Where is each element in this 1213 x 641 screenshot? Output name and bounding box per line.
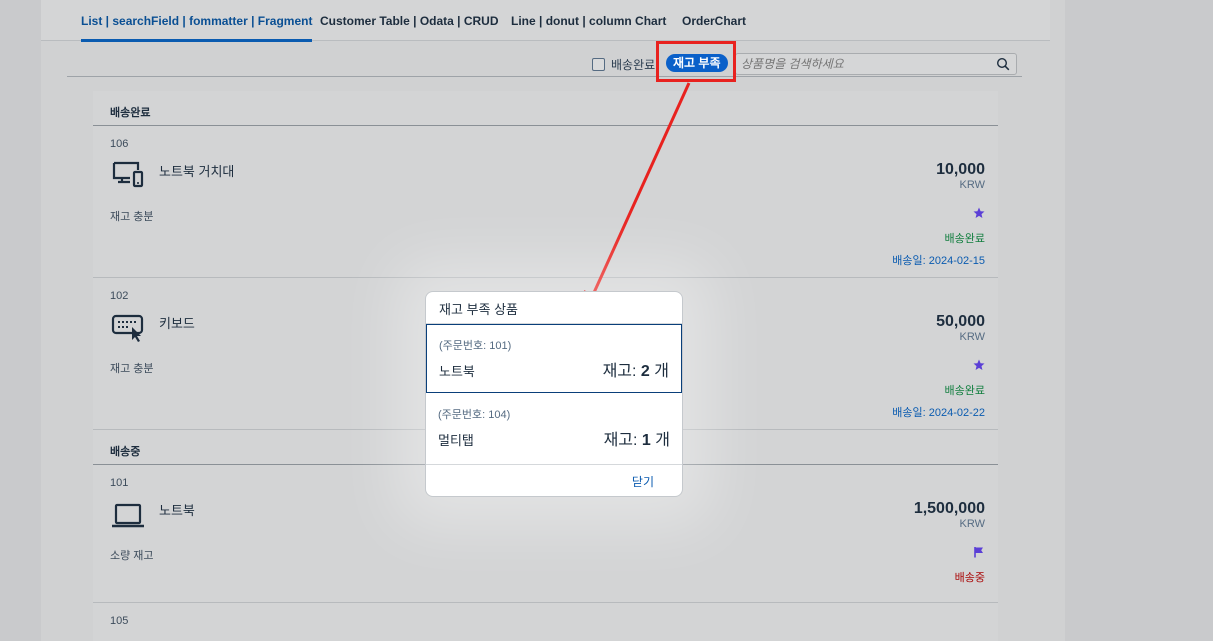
item-id: 102 <box>110 290 129 302</box>
item-currency: KRW <box>959 331 985 343</box>
item-stock-status: 재고 충분 <box>110 363 154 375</box>
star-icon <box>973 359 985 370</box>
laptop-icon <box>112 503 144 528</box>
item-price: 1,500,000 <box>913 500 985 517</box>
annotation-highlight-box <box>656 41 736 82</box>
search-field[interactable] <box>735 53 1017 75</box>
item-stock-status: 소량 재고 <box>110 550 154 562</box>
item-delivery-status: 배송중 <box>954 572 985 584</box>
dialog-footer-divider <box>426 464 682 465</box>
delivered-filter[interactable]: 배송완료 <box>592 56 655 73</box>
item-name: 노트북 <box>159 503 195 518</box>
tab-charts[interactable]: Line | donut | column Chart <box>511 14 666 39</box>
tab-bar: List | searchField | fommatter | Fragmen… <box>41 0 1050 42</box>
group-title: 배송완료 <box>110 107 151 119</box>
laptop-phone-icon <box>112 161 144 188</box>
dialog-stock-count: 재고: 2 개 <box>602 363 669 380</box>
item-price: 50,000 <box>936 313 985 330</box>
dialog-title: 재고 부족 상품 <box>439 302 518 317</box>
dialog-list-item[interactable]: (주문번호: 101) 노트북 재고: 2 개 <box>426 324 682 393</box>
item-price: 10,000 <box>936 161 985 178</box>
item-delivery-date: 배송일: 2024-02-22 <box>892 407 985 419</box>
dialog-order-number: (주문번호: 104) <box>438 409 511 421</box>
item-delivery-date: 배송일: 2024-02-15 <box>892 255 985 267</box>
item-stock-status: 재고 충분 <box>110 211 154 223</box>
list-item[interactable]: 105 <box>93 603 998 641</box>
tab-order-chart[interactable]: OrderChart <box>682 14 746 39</box>
group-title: 배송중 <box>110 446 141 458</box>
item-id: 105 <box>110 615 129 627</box>
item-delivery-status: 배송완료 <box>944 385 985 397</box>
flag-icon <box>974 547 983 558</box>
search-input[interactable] <box>741 57 981 71</box>
toolbar: 배송완료 재고 부족 <box>67 52 1022 77</box>
list-item[interactable]: 106 노트북 거치대 재고 충분 10,000 KRW 배송완료 배송일: 2… <box>93 126 998 278</box>
item-name: 키보드 <box>159 316 195 331</box>
item-currency: KRW <box>959 179 985 191</box>
search-icon[interactable] <box>996 57 1010 71</box>
dialog-list-item[interactable]: (주문번호: 104) 멀티탭 재고: 1 개 <box>426 394 682 461</box>
stock-shortage-dialog: 재고 부족 상품 (주문번호: 101) 노트북 재고: 2 개 (주문번호: … <box>425 291 683 497</box>
keyboard-icon <box>111 314 144 342</box>
group-header-delivered: 배송완료 <box>93 91 998 126</box>
dialog-product-name: 노트북 <box>439 364 475 379</box>
item-currency: KRW <box>959 518 985 530</box>
dialog-product-name: 멀티탭 <box>438 433 474 448</box>
item-id: 106 <box>110 138 129 150</box>
star-icon <box>973 207 985 218</box>
delivered-checkbox-label: 배송완료 <box>611 58 656 72</box>
item-id: 101 <box>110 477 129 489</box>
item-name: 노트북 거치대 <box>159 164 235 179</box>
dialog-close-button[interactable]: 닫기 <box>632 473 654 490</box>
dialog-stock-count: 재고: 1 개 <box>603 432 670 449</box>
delivered-checkbox[interactable] <box>592 58 605 71</box>
dialog-order-number: (주문번호: 101) <box>439 340 512 352</box>
tab-list[interactable]: List | searchField | fommatter | Fragmen… <box>81 14 313 42</box>
tab-customer-table[interactable]: Customer Table | Odata | CRUD <box>320 14 499 39</box>
item-delivery-status: 배송완료 <box>944 233 985 245</box>
